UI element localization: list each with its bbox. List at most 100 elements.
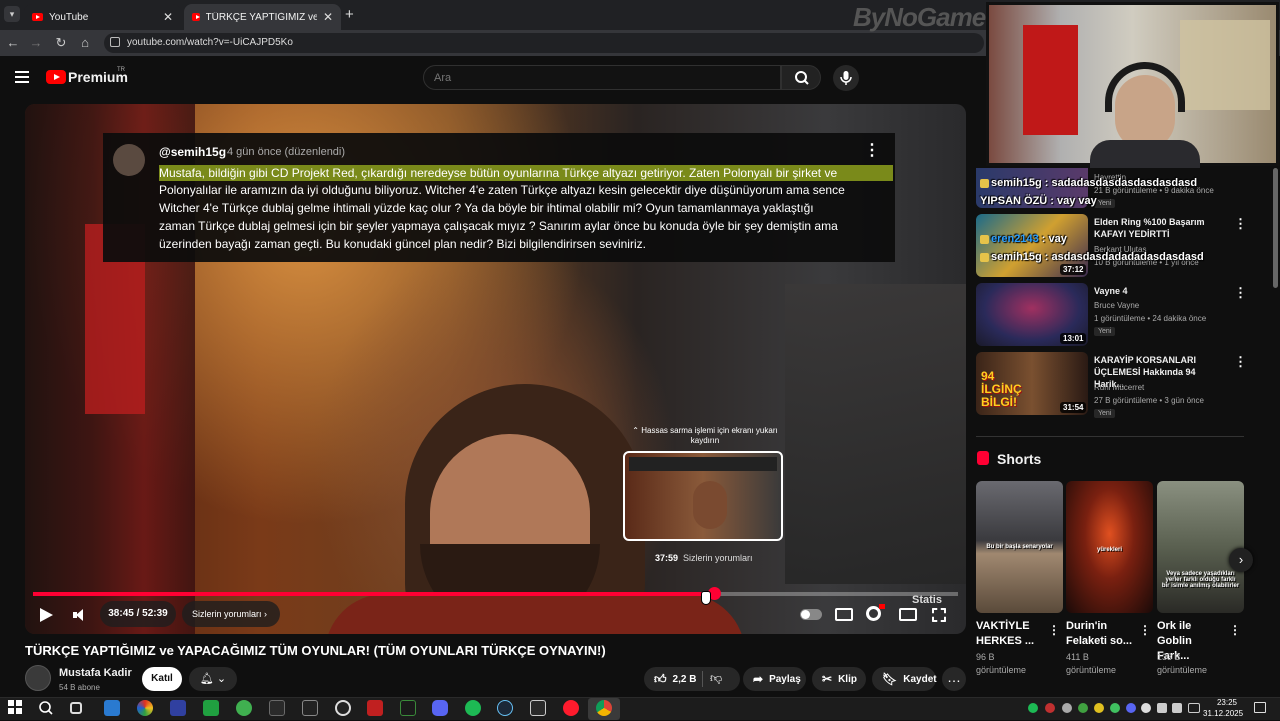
chapter-button[interactable]: Sizlerin yorumları › (182, 601, 280, 627)
menu-icon[interactable] (15, 71, 29, 83)
tab-video[interactable]: TÜRKÇE YAPTIĞIMIZ ve YAPACAĞ ✕ (184, 4, 341, 30)
channel-name[interactable]: Mustafa Kadir (59, 667, 132, 679)
channel-avatar[interactable] (25, 665, 51, 691)
autoplay-toggle[interactable] (800, 609, 822, 620)
short-thumbnail[interactable] (1157, 481, 1244, 613)
voice-search-button[interactable] (833, 65, 859, 91)
xbox-icon[interactable] (236, 700, 252, 716)
short-title[interactable]: VAKTİYLE HERKES ... (976, 619, 1046, 649)
app-icon[interactable] (203, 700, 219, 716)
notification-icon[interactable] (1254, 702, 1266, 713)
app-icon[interactable] (302, 700, 318, 716)
close-tab-icon[interactable]: ✕ (163, 10, 173, 24)
video-duration: 37:12 (1060, 264, 1087, 275)
subscriber-count: 54 B abone (59, 683, 100, 692)
volume-icon[interactable] (73, 608, 87, 622)
app-icon[interactable] (335, 700, 351, 716)
store-icon[interactable] (104, 700, 120, 716)
more-vert-icon[interactable]: ⋮ (1139, 623, 1151, 637)
tray-icon[interactable] (1045, 703, 1055, 713)
start-icon[interactable] (8, 700, 24, 716)
comment-line: üzerinden bayağı zaman geçti. Bu konudak… (159, 237, 646, 251)
sidebar-video-title[interactable]: Vayne 4 (1094, 285, 1224, 297)
video-background-shelf (785, 284, 966, 584)
tray-icon[interactable] (1126, 703, 1136, 713)
url-text: youtube.com/watch?v=-UiCAJPD5Ko (127, 37, 293, 48)
task-view-icon[interactable] (70, 702, 82, 714)
site-info-icon[interactable] (110, 37, 120, 47)
webcam-flag (1023, 25, 1078, 135)
tray-icon[interactable] (1094, 703, 1104, 713)
network-icon[interactable] (1157, 703, 1167, 713)
forward-icon[interactable]: → (27, 34, 45, 52)
comment-time: 4 gün önce (düzenlendi) (227, 146, 346, 158)
chat-badge-icon (980, 234, 989, 244)
sidebar-video-title[interactable]: Elden Ring %100 Başarım KAFAYI YEDİRTTİ (1094, 216, 1224, 240)
new-badge: Yeni (1094, 327, 1116, 336)
app-icon[interactable] (400, 700, 416, 716)
app-icon[interactable] (137, 700, 153, 716)
more-vert-icon[interactable]: ⋮ (1234, 354, 1247, 370)
tray-icon[interactable] (1062, 703, 1072, 713)
share-button[interactable]: ➦ Paylaş (743, 667, 806, 691)
app-icon[interactable] (269, 700, 285, 716)
comment-line: Witcher 4'e Türkçe dublaj gelme ihtimali… (159, 201, 814, 215)
shorts-next-button[interactable]: › (1229, 548, 1253, 572)
join-button[interactable]: Katıl (142, 667, 182, 691)
chapter-label: Sizlerin yorumları (192, 609, 262, 619)
notification-bell-button[interactable]: 🔔︎ ⌄ (189, 667, 237, 691)
short-views: 133 B görüntüleme (1157, 652, 1208, 675)
more-vert-icon[interactable]: ⋮ (1234, 285, 1247, 301)
more-vert-icon[interactable]: ⋮ (1048, 623, 1060, 637)
discord-icon[interactable] (432, 700, 448, 716)
region-code: TR (117, 67, 125, 73)
app-icon[interactable] (170, 700, 186, 716)
tray-icon[interactable] (1028, 703, 1038, 713)
dislike-icon[interactable]: 👎︎ (710, 671, 722, 686)
short-title[interactable]: Durin'in Felaketi so... (1066, 619, 1136, 649)
more-vert-icon[interactable]: ⋮ (1229, 623, 1241, 637)
fullscreen-icon[interactable] (932, 608, 946, 622)
like-icon[interactable]: 👍︎ (654, 672, 667, 687)
sidebar-scrollbar[interactable] (1273, 168, 1278, 288)
epic-games-icon[interactable] (530, 700, 546, 716)
tray-icon[interactable] (1141, 703, 1151, 713)
tab-youtube[interactable]: YouTube ✕ (24, 4, 181, 30)
app-icon[interactable] (367, 700, 383, 716)
comment-author: @semih15g (159, 145, 227, 159)
tray-icon[interactable] (1110, 703, 1120, 713)
taskbar-search-icon[interactable] (38, 700, 54, 716)
preview-header-strip (629, 457, 777, 471)
close-tab-icon[interactable]: ✕ (323, 10, 333, 24)
new-tab-button[interactable]: + (345, 6, 354, 23)
steam-icon[interactable] (497, 700, 513, 716)
tray-icon[interactable] (1078, 703, 1088, 713)
home-icon[interactable]: ⌂ (76, 34, 94, 52)
subtitles-icon[interactable] (835, 608, 853, 621)
sidebar-partial-badge: Yeni (1094, 199, 1116, 208)
save-button[interactable]: 🔖︎ Kaydet (872, 667, 937, 691)
comment-line-highlighted: Mustafa, bildiğin gibi CD Projekt Red, ç… (159, 165, 893, 181)
clock-date[interactable]: 31.12.2025 (1203, 709, 1243, 718)
shorts-divider (976, 436, 1244, 437)
spotify-icon[interactable] (465, 700, 481, 716)
chevron-down-icon: ⌄ (216, 673, 227, 685)
miniplayer-icon[interactable] (899, 608, 917, 621)
volume-tray-icon[interactable] (1172, 703, 1182, 713)
reload-icon[interactable]: ↻ (52, 34, 70, 52)
tab-list-button[interactable]: ▾ (4, 6, 20, 22)
clock-time[interactable]: 23:25 (1213, 698, 1241, 707)
chrome-icon[interactable] (596, 700, 612, 716)
more-actions-button[interactable]: … (942, 667, 966, 691)
search-button[interactable] (781, 65, 821, 90)
search-input[interactable] (423, 65, 781, 90)
tab-label: YouTube (49, 11, 89, 23)
youtube-logo-icon[interactable] (46, 70, 66, 84)
clip-button[interactable]: ✂ Klip (812, 667, 866, 691)
more-vert-icon[interactable]: ⋮ (1234, 216, 1247, 232)
like-count[interactable]: 2,2 B (673, 674, 697, 685)
opera-icon[interactable] (563, 700, 579, 716)
language-icon[interactable] (1188, 703, 1200, 713)
back-icon[interactable]: ← (4, 34, 22, 52)
play-icon[interactable] (40, 608, 53, 622)
